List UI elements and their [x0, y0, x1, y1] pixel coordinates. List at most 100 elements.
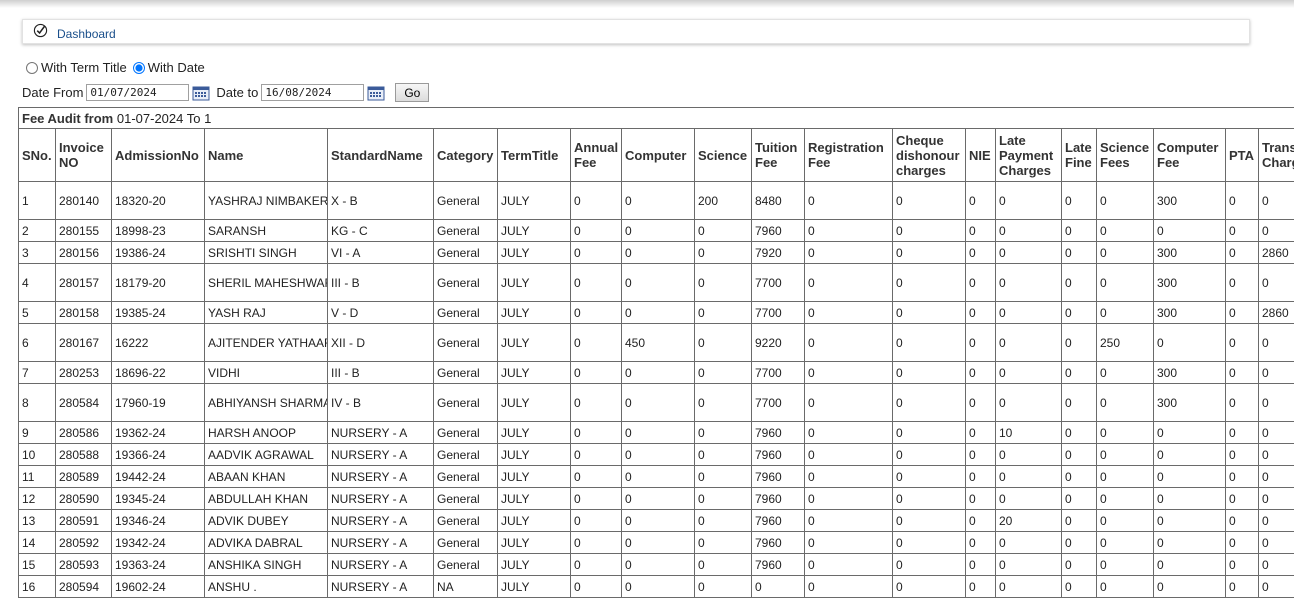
table-row: 1 280140 18320-20 YASHRAJ NIMBAKER X - B Gene…	[18, 181, 1294, 220]
table-cell: 0	[965, 575, 996, 598]
table-cell: 0	[995, 361, 1062, 384]
table-cell: 0	[965, 361, 996, 384]
table-cell: 19385-24	[111, 301, 205, 324]
table-cell: 0	[995, 301, 1062, 324]
table-cell: 0	[1096, 383, 1154, 422]
table-cell: 0	[1257, 531, 1294, 554]
table-cell: 0	[1225, 531, 1259, 554]
table-cell: 0	[1096, 443, 1154, 466]
table-cell: 300	[1153, 301, 1226, 324]
table-cell: 0	[694, 443, 752, 466]
table-cell: YASHRAJ NIMBAKER	[204, 181, 328, 220]
date-to-label: Date to	[216, 85, 259, 100]
table-cell: 300	[1153, 383, 1226, 422]
table-cell: 0	[1096, 181, 1154, 220]
table-cell: 10	[18, 443, 56, 466]
table-row: 8 280584 17960-19 ABHIYANSH SHARMA IV - B Gen…	[18, 383, 1294, 422]
table-cell: 280589	[55, 465, 112, 488]
table-cell: 0	[892, 575, 966, 598]
table-cell: JULY	[497, 487, 571, 510]
table-cell: JULY	[497, 361, 571, 384]
table-cell: 0	[694, 531, 752, 554]
table-cell: ANSHIKA SINGH	[204, 553, 328, 576]
table-cell: General	[433, 509, 498, 532]
table-cell: NURSERY - A	[327, 421, 434, 444]
table-cell: 13	[18, 509, 56, 532]
table-cell: 0	[694, 301, 752, 324]
table-cell: 0	[694, 465, 752, 488]
table-cell: 0	[621, 421, 695, 444]
table-cell: VI - A	[327, 241, 434, 264]
table-cell: 0	[965, 531, 996, 554]
radio-with-date-input[interactable]	[132, 61, 145, 74]
table-cell: 0	[1153, 219, 1226, 242]
table-cell: 0	[570, 263, 622, 302]
table-cell: 10	[995, 421, 1062, 444]
table-cell: 0	[1225, 421, 1259, 444]
table-row: 7 280253 18696-22 VIDHI III - B General JULY 0 0…	[18, 361, 1294, 384]
table-cell: 0	[995, 575, 1062, 598]
table-cell: 0	[1061, 323, 1097, 362]
table-cell: NA	[433, 575, 498, 598]
table-cell: 0	[804, 323, 893, 362]
table-cell: 0	[804, 301, 893, 324]
table-cell: 0	[965, 443, 996, 466]
radio-with-term-title-input[interactable]	[26, 61, 38, 74]
table-cell: 19363-24	[111, 553, 205, 576]
table-cell: 7920	[751, 241, 805, 264]
table-cell: JULY	[497, 301, 571, 324]
table-cell: 0	[995, 323, 1062, 362]
table-cell: 280592	[55, 531, 112, 554]
table-cell: 7700	[751, 361, 805, 384]
table-cell: 0	[804, 421, 893, 444]
table-cell: YASH RAJ	[204, 301, 328, 324]
table-cell: 0	[892, 361, 966, 384]
table-cell: 2860	[1257, 241, 1294, 264]
calendar-icon[interactable]	[192, 85, 210, 101]
table-cell: General	[433, 361, 498, 384]
table-cell: 0	[570, 241, 622, 264]
table-cell: General	[433, 553, 498, 576]
table-cell: 0	[804, 361, 893, 384]
table-cell: 0	[1257, 575, 1294, 598]
table-cell: 0	[1061, 181, 1097, 220]
go-button[interactable]: Go	[395, 83, 430, 102]
table-cell: 19602-24	[111, 575, 205, 598]
table-cell: 0	[965, 509, 996, 532]
table-cell: 0	[1061, 531, 1097, 554]
table-cell: 0	[892, 553, 966, 576]
table-cell: 0	[1225, 263, 1259, 302]
audit-title: Fee Audit from 01-07-2024 To 1	[18, 107, 1294, 129]
table-cell: 0	[804, 443, 893, 466]
table-cell: 7960	[751, 465, 805, 488]
table-cell: 0	[892, 181, 966, 220]
breadcrumb-dashboard-link[interactable]: Dashboard	[57, 27, 116, 41]
column-header: Computer Fee	[1153, 128, 1226, 182]
table-cell: 280584	[55, 383, 112, 422]
table-cell: 0	[804, 219, 893, 242]
table-cell: 280157	[55, 263, 112, 302]
table-cell: JULY	[497, 443, 571, 466]
table-cell: JULY	[497, 323, 571, 362]
radio-with-term-title[interactable]: With Term Title	[26, 60, 127, 75]
table-cell: General	[433, 301, 498, 324]
date-to-input[interactable]	[261, 84, 365, 101]
date-from-input[interactable]	[86, 84, 190, 101]
table-cell: 2860	[1257, 301, 1294, 324]
table-cell: 7700	[751, 301, 805, 324]
table-cell: 0	[1257, 509, 1294, 532]
table-cell: 15	[18, 553, 56, 576]
calendar-icon[interactable]	[367, 85, 385, 101]
column-header: Name	[204, 128, 328, 182]
table-cell: 7960	[751, 553, 805, 576]
table-cell: 9220	[751, 323, 805, 362]
table-cell: 0	[995, 487, 1062, 510]
table-cell: 7960	[751, 443, 805, 466]
table-cell: 0	[570, 181, 622, 220]
table-cell: VIDHI	[204, 361, 328, 384]
table-cell: 19362-24	[111, 421, 205, 444]
table-row: 15 280593 19363-24 ANSHIKA SINGH NURSERY - A…	[18, 553, 1294, 576]
table-cell: 0	[570, 219, 622, 242]
radio-with-date[interactable]: With Date	[132, 60, 205, 75]
table-cell: 0	[621, 531, 695, 554]
